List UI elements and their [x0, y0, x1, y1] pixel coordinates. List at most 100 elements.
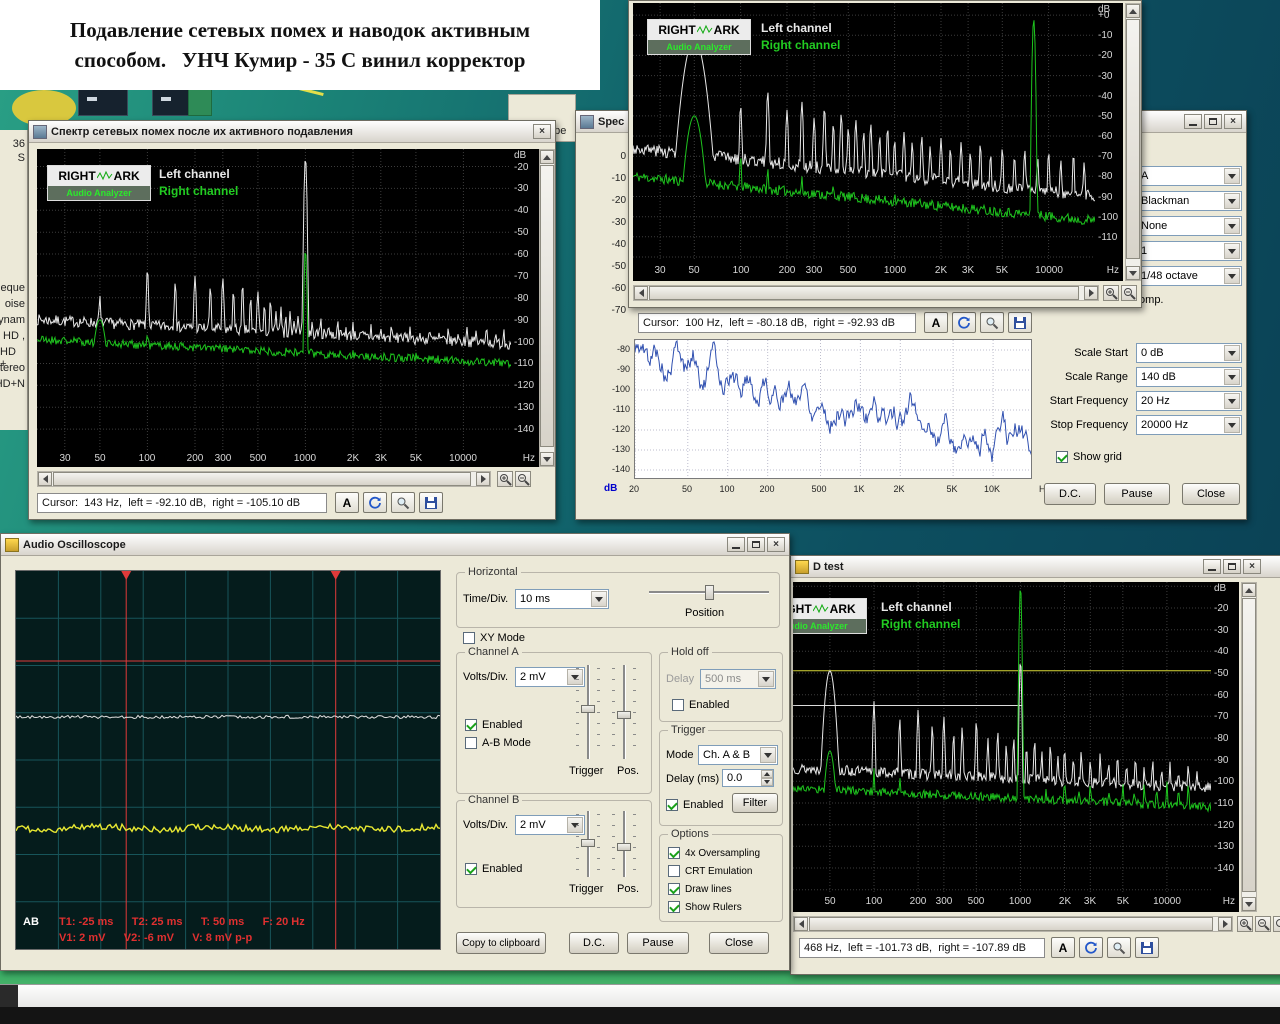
close-button[interactable]: ×	[1224, 114, 1242, 129]
vertical-scrollbar[interactable]	[539, 149, 555, 467]
position-slider[interactable]	[649, 585, 769, 600]
chevron-down-icon[interactable]	[1224, 218, 1240, 234]
checkbox-box[interactable]	[465, 737, 477, 749]
weighting-combo[interactable]: None	[1136, 216, 1242, 236]
slider-thumb[interactable]	[617, 711, 631, 719]
position-b-slider[interactable]	[612, 811, 636, 877]
scroll-left-button[interactable]	[634, 286, 648, 300]
chevron-down-icon[interactable]	[1224, 345, 1240, 361]
scroll-down-button[interactable]	[540, 452, 554, 466]
zoom-in-button[interactable]	[497, 471, 513, 487]
scroll-left-button[interactable]	[38, 472, 52, 486]
chevron-down-icon[interactable]	[1224, 417, 1240, 433]
trigger-delay-spinner[interactable]: 0.0	[722, 769, 774, 787]
taskbar[interactable]	[0, 1007, 1280, 1024]
timediv-combo[interactable]: 10 ms	[515, 589, 609, 609]
average-combo[interactable]: 1	[1136, 241, 1242, 261]
oscilloscope-screen[interactable]	[15, 570, 441, 950]
taskbar-button-fragment[interactable]	[0, 985, 18, 1008]
scroll-left-button[interactable]	[794, 917, 808, 931]
close-button[interactable]: ×	[533, 124, 551, 139]
spin-up-icon[interactable]	[761, 770, 773, 778]
draw-lines-checkbox[interactable]: Draw lines	[668, 883, 732, 895]
chevron-down-icon[interactable]	[758, 671, 774, 687]
xy-mode-checkbox[interactable]: XY Mode	[463, 632, 525, 644]
titlebar[interactable]: Спектр сетевых помех после их активного …	[29, 121, 555, 143]
chevron-down-icon[interactable]	[760, 747, 776, 763]
spectrum-plot[interactable]: dB -20 -30 -40 -50 -60 -70 -80 -90 -100 -110 -120 -1…	[793, 582, 1239, 912]
zoom-out-button[interactable]	[1255, 916, 1271, 932]
chevron-down-icon[interactable]	[1224, 193, 1240, 209]
maximize-button[interactable]	[1204, 114, 1222, 129]
spectrum-plot[interactable]: dB +0 -10 -20 -30 -40 -50 -60 -70 -80 -90 -100 -110 …	[633, 3, 1123, 281]
scroll-right-button[interactable]	[1084, 286, 1098, 300]
save-button[interactable]	[1008, 312, 1032, 333]
checkbox-box[interactable]	[672, 699, 684, 711]
zoom-out-button[interactable]	[515, 471, 531, 487]
scroll-down-button[interactable]	[1126, 266, 1140, 280]
checkbox-box[interactable]	[668, 865, 680, 877]
slider-thumb[interactable]	[617, 843, 631, 851]
scale-range-combo[interactable]: 140 dB	[1136, 367, 1242, 387]
holdoff-enabled-checkbox[interactable]: Enabled	[672, 699, 729, 711]
trigger-mode-combo[interactable]: Ch. A & B	[698, 745, 778, 765]
channel-a-enabled-checkbox[interactable]: Enabled	[465, 719, 522, 731]
holdoff-delay-combo[interactable]: 500 ms	[700, 669, 776, 689]
scroll-thumb[interactable]	[649, 286, 1079, 300]
close-button[interactable]: ×	[1243, 559, 1261, 574]
close-button2[interactable]: Close	[709, 932, 769, 954]
dc-button[interactable]: D.C.	[1044, 483, 1096, 505]
minimize-button[interactable]	[1184, 114, 1202, 129]
oscilloscope-canvas[interactable]	[15, 571, 441, 949]
checkbox-box[interactable]	[465, 863, 477, 875]
show-rulers-checkbox[interactable]: Show Rulers	[668, 901, 742, 913]
save-button[interactable]	[419, 492, 443, 513]
chevron-down-icon[interactable]	[1224, 369, 1240, 385]
checkbox-box[interactable]	[666, 799, 678, 811]
maximize-button[interactable]	[1223, 559, 1241, 574]
scroll-up-button[interactable]	[540, 150, 554, 164]
checkbox-box[interactable]	[463, 632, 475, 644]
checkbox-box[interactable]	[668, 847, 680, 859]
pause-button[interactable]: Pause	[1104, 483, 1170, 505]
chevron-down-icon[interactable]	[1224, 268, 1240, 284]
scroll-right-button[interactable]	[476, 472, 490, 486]
titlebar[interactable]: Audio Oscilloscope ×	[1, 534, 789, 556]
noise-profile-chart[interactable]	[634, 339, 1032, 479]
trigger-enabled-checkbox[interactable]: Enabled	[666, 799, 723, 811]
checkbox-box[interactable]	[1056, 451, 1068, 463]
scroll-thumb[interactable]	[1126, 19, 1140, 259]
vertical-scrollbar[interactable]	[1125, 3, 1141, 281]
trigger-a-slider[interactable]	[576, 665, 600, 759]
stop-frequency-combo[interactable]: 20000 Hz	[1136, 415, 1242, 435]
autoscale-button[interactable]: A	[924, 312, 948, 333]
ab-mode-checkbox[interactable]: A-B Mode	[465, 737, 531, 749]
close-button[interactable]: ×	[767, 537, 785, 552]
copy-to-clipboard-button[interactable]: Copy to clipboard	[456, 932, 546, 954]
scroll-down-button[interactable]	[1242, 897, 1256, 911]
position-a-slider[interactable]	[612, 665, 636, 759]
pause-button[interactable]: Pause	[627, 932, 689, 954]
spectrum-plot[interactable]: dB -20 -30 -40 -50 -60 -70 -80 -90 -100 -110 -120 -1…	[37, 149, 539, 467]
autoscale-button[interactable]: A	[1051, 937, 1075, 958]
refresh-button[interactable]	[1079, 937, 1103, 958]
spin-down-icon[interactable]	[761, 778, 773, 786]
titlebar[interactable]: D test ×	[791, 556, 1280, 578]
scale-start-combo[interactable]: 0 dB	[1136, 343, 1242, 363]
checkbox-box[interactable]	[668, 901, 680, 913]
zoom-in-button[interactable]	[1103, 285, 1119, 301]
autoscale-button[interactable]: A	[335, 492, 359, 513]
input-combo[interactable]: A	[1136, 166, 1242, 186]
minimize-button[interactable]	[727, 537, 745, 552]
save-button[interactable]	[1135, 937, 1159, 958]
scroll-thumb[interactable]	[540, 165, 554, 447]
scroll-thumb[interactable]	[1242, 598, 1256, 892]
oversampling-checkbox[interactable]: 4x Oversampling	[668, 847, 760, 859]
maximize-button[interactable]	[747, 537, 765, 552]
minimize-button[interactable]	[1203, 559, 1221, 574]
horizontal-scrollbar[interactable]	[37, 471, 491, 487]
crt-emulation-checkbox[interactable]: CRT Emulation	[668, 865, 752, 877]
scroll-thumb[interactable]	[53, 472, 471, 486]
voltsdiv-a-combo[interactable]: 2 mV	[515, 667, 585, 687]
voltsdiv-b-combo[interactable]: 2 mV	[515, 815, 585, 835]
